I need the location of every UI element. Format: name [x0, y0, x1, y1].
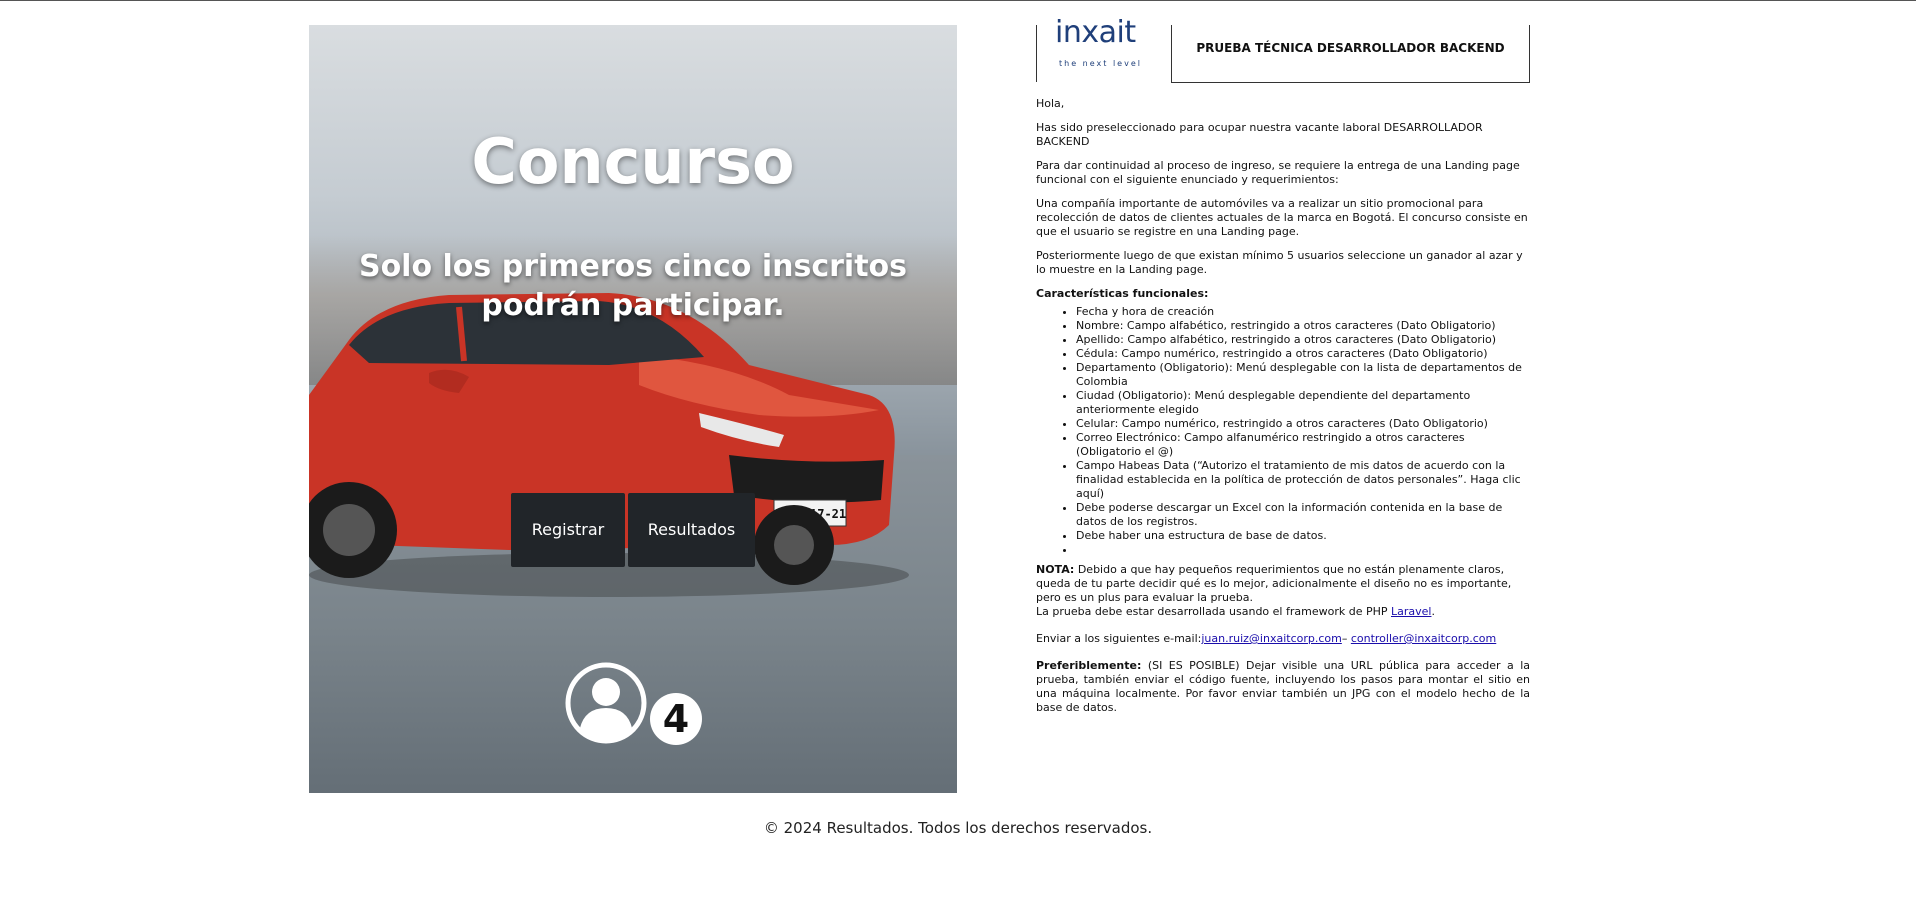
feature-item: Celular: Campo numérico, restringido a o…: [1076, 417, 1530, 431]
company-logo: inxait: [1055, 15, 1136, 50]
email-link-juan[interactable]: juan.ruiz@inxaitcorp.com: [1201, 632, 1341, 645]
note-block: NOTA: Debido a que hay pequeños requerim…: [1036, 563, 1530, 605]
user-icon: [565, 662, 647, 744]
document-title: PRUEBA TÉCNICA DESARROLLADOR BACKEND: [1196, 41, 1505, 55]
top-border: [0, 0, 1916, 1]
paragraph-context: Una compañía importante de automóviles v…: [1036, 197, 1528, 238]
logo-tagline: the next level: [1059, 59, 1142, 68]
hero-panel: ONX 517-21 Concurso Solo los primeros ci…: [309, 25, 957, 793]
test-document: inxait the next level PRUEBA TÉCNICA DES…: [1036, 15, 1530, 715]
feature-item: Nombre: Campo alfabético, restringido a …: [1076, 319, 1530, 333]
logo-box: inxait the next level: [1036, 15, 1171, 82]
feature-item: Departamento (Obligatorio): Menú despleg…: [1076, 361, 1530, 389]
note-label: NOTA:: [1036, 563, 1075, 576]
title-box: PRUEBA TÉCNICA DESARROLLADOR BACKEND: [1171, 25, 1530, 83]
footer-copyright: © 2024 Resultados. Todos los derechos re…: [763, 819, 1153, 837]
send-line: Enviar a los siguientes e-mail:juan.ruiz…: [1036, 632, 1530, 646]
note-text: Debido a que hay pequeños requerimientos…: [1036, 563, 1512, 604]
results-button[interactable]: Resultados: [628, 493, 755, 567]
send-prefix: Enviar a los siguientes e-mail:: [1036, 632, 1202, 645]
feature-item: Apellido: Campo alfabético, restringido …: [1076, 333, 1530, 347]
preferably-label: Preferiblemente:: [1036, 659, 1142, 672]
feature-item: Fecha y hora de creación: [1076, 305, 1530, 319]
hero-subtitle: Solo los primeros cinco inscritos podrán…: [358, 249, 908, 323]
feature-item-empty: [1076, 543, 1530, 557]
framework-suffix: .: [1431, 605, 1435, 618]
email-separator: –: [1341, 632, 1351, 645]
paragraph-preselected: Has sido preseleccionado para ocupar nue…: [1036, 121, 1483, 148]
framework-line: La prueba debe estar desarrollada usando…: [1036, 605, 1530, 619]
participant-count-badge: 4: [650, 693, 702, 745]
preferably-block: Preferiblemente: (SI ES POSIBLE) Dejar v…: [1036, 659, 1530, 715]
feature-item: Debe poderse descargar un Excel con la i…: [1076, 501, 1530, 529]
feature-item: Campo Habeas Data (“Autorizo el tratamie…: [1076, 459, 1530, 501]
features-list: Fecha y hora de creación Nombre: Campo a…: [1076, 305, 1530, 557]
register-button[interactable]: Registrar: [511, 493, 625, 567]
framework-prefix: La prueba debe estar desarrollada usando…: [1036, 605, 1391, 618]
email-link-controller[interactable]: controller@inxaitcorp.com: [1351, 632, 1496, 645]
features-heading: Características funcionales:: [1036, 287, 1209, 300]
document-header: inxait the next level PRUEBA TÉCNICA DES…: [1036, 15, 1530, 83]
feature-item: Debe haber una estructura de base de dat…: [1076, 529, 1530, 543]
hero-title: Concurso: [471, 125, 795, 198]
feature-item: Cédula: Campo numérico, restringido a ot…: [1076, 347, 1530, 361]
feature-item: Correo Electrónico: Campo alfanumérico r…: [1076, 431, 1530, 459]
paragraph-winner: Posteriormente luego de que existan míni…: [1036, 249, 1523, 276]
laravel-link[interactable]: Laravel: [1391, 605, 1431, 618]
paragraph-requirements-intro: Para dar continuidad al proceso de ingre…: [1036, 159, 1520, 186]
greeting: Hola,: [1036, 97, 1065, 110]
feature-item: Ciudad (Obligatorio): Menú desplegable d…: [1076, 389, 1530, 417]
